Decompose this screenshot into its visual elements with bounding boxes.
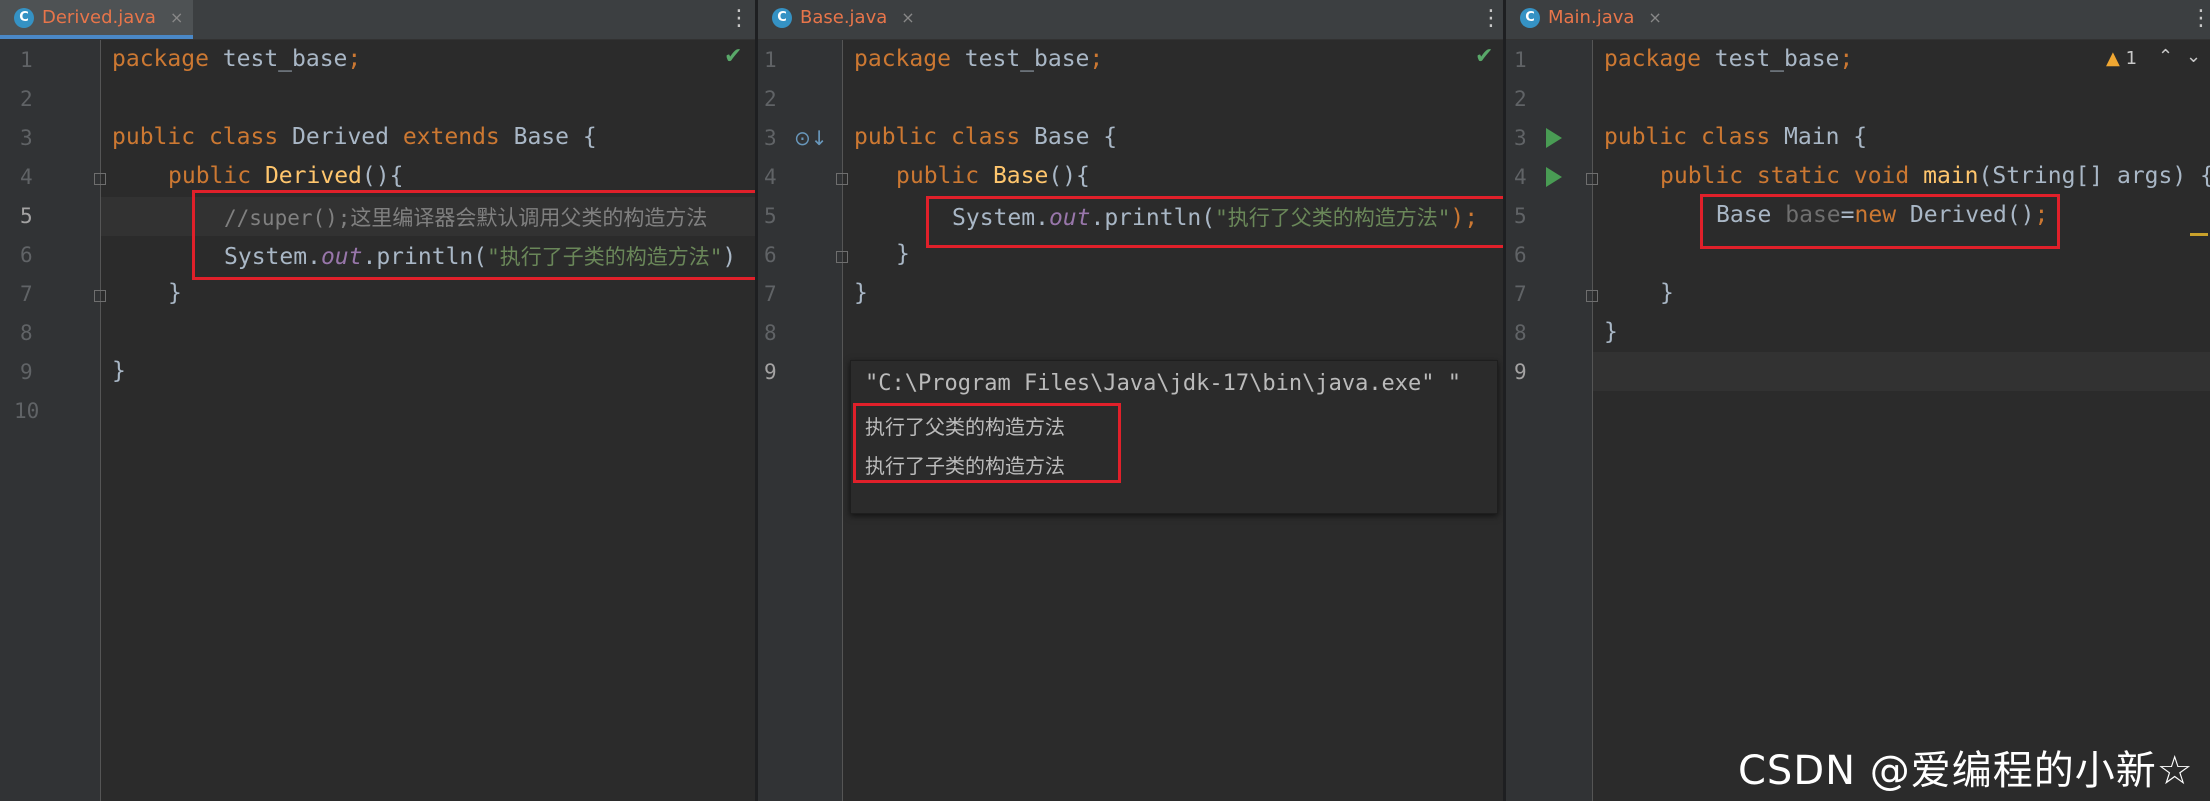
check-icon: ✔ xyxy=(724,44,743,69)
line-number: 8 xyxy=(764,321,777,345)
line-number: 3 xyxy=(1514,126,1527,150)
line-number: 2 xyxy=(764,87,777,111)
tab-label: Main.java xyxy=(1548,7,1635,28)
code-line-1: package test_base; xyxy=(1604,46,1854,72)
run-icon[interactable] xyxy=(1546,128,1562,148)
tab-base-java[interactable]: C Base.java × xyxy=(758,0,925,39)
line-number: 5 xyxy=(1514,204,1527,228)
highlight-box xyxy=(192,190,755,280)
tab-derived-java[interactable]: C Derived.java × xyxy=(0,0,194,39)
code-line-9: } xyxy=(112,358,126,384)
line-number: 9 xyxy=(1514,360,1527,384)
warning-icon: ▲ xyxy=(2106,48,2120,69)
tab-bar: C Base.java × ⋮ xyxy=(758,0,1503,40)
line-number: 6 xyxy=(20,243,33,267)
code-line-4: public Base(){ xyxy=(896,163,1090,189)
editor-pane-main: C Main.java × ⋮ 1 2 3 4 5 6 7 8 9 ▲ 1 ⌃ … xyxy=(1506,0,2210,801)
close-icon[interactable]: × xyxy=(1648,8,1661,27)
line-number: 7 xyxy=(1514,282,1527,306)
line-number: 7 xyxy=(764,282,777,306)
console-command: "C:\Program Files\Java\jdk-17\bin\java.e… xyxy=(865,371,1462,396)
line-number: 1 xyxy=(1514,48,1527,72)
highlight-box xyxy=(1700,194,2060,249)
fold-icon[interactable] xyxy=(1586,173,1598,185)
editor-pane-derived: C Derived.java × ⋮ 1 2 3 4 5 6 7 8 9 10 … xyxy=(0,0,755,801)
tab-bar: C Main.java × ⋮ xyxy=(1506,0,2210,40)
line-number: 10 xyxy=(14,399,40,423)
line-number: 5 xyxy=(20,204,33,228)
fold-icon[interactable] xyxy=(94,173,106,185)
check-icon: ✔ xyxy=(1475,44,1494,69)
code-line-4: public Derived(){ xyxy=(168,163,404,189)
more-options-icon[interactable]: ⋮ xyxy=(728,6,750,31)
more-options-icon[interactable]: ⋮ xyxy=(1480,6,1502,31)
tab-main-java[interactable]: C Main.java × xyxy=(1506,0,1672,39)
line-number: 2 xyxy=(20,87,33,111)
line-number: 6 xyxy=(764,243,777,267)
next-highlight-icon[interactable]: ⌄ xyxy=(2186,46,2201,67)
line-number: 8 xyxy=(20,321,33,345)
close-icon[interactable]: × xyxy=(901,8,914,27)
line-number: 3 xyxy=(20,126,33,150)
line-number: 8 xyxy=(1514,321,1527,345)
line-number: 4 xyxy=(1514,165,1527,189)
code-line-3: public class Derived extends Base { xyxy=(112,124,597,150)
run-class-icon: C xyxy=(1520,7,1540,28)
run-console: "C:\Program Files\Java\jdk-17\bin\java.e… xyxy=(850,360,1498,514)
code-line-6: } xyxy=(896,241,910,267)
close-icon[interactable]: × xyxy=(170,8,183,27)
watermark: CSDN @爱编程的小新☆ xyxy=(1738,748,2194,794)
line-number: 5 xyxy=(764,204,777,228)
code-line-7: } xyxy=(168,280,182,306)
line-number: 3 xyxy=(764,126,777,150)
tab-label: Base.java xyxy=(800,7,888,28)
editor-pane-base: C Base.java × ⋮ 1 2 3 4 5 6 7 8 9 ⊙↓ ✔ p… xyxy=(758,0,1503,801)
current-line-highlight xyxy=(1593,352,2210,391)
line-number: 4 xyxy=(764,165,777,189)
code-line-3: public class Main { xyxy=(1604,124,1868,150)
code-line-8: } xyxy=(1604,319,1618,345)
run-icon[interactable] xyxy=(1546,167,1562,187)
code-line-1: package test_base; xyxy=(112,46,362,72)
code-line-7: } xyxy=(1660,280,1674,306)
line-number: 6 xyxy=(1514,243,1527,267)
previous-highlight-icon[interactable]: ⌃ xyxy=(2158,46,2173,67)
fold-icon[interactable] xyxy=(94,290,106,302)
fold-icon[interactable] xyxy=(1586,290,1598,302)
fold-icon[interactable] xyxy=(836,173,848,185)
class-icon: C xyxy=(772,7,792,28)
code-line-7: } xyxy=(854,280,868,306)
highlight-box xyxy=(926,196,1503,248)
gutter xyxy=(758,40,842,801)
highlight-box xyxy=(853,403,1121,483)
code-line-4: public static void main(String[] args) { xyxy=(1660,163,2210,189)
warning-indicator[interactable]: ▲ 1 xyxy=(2106,48,2137,69)
line-number: 9 xyxy=(20,360,33,384)
class-icon: C xyxy=(14,7,34,28)
line-number: 4 xyxy=(20,165,33,189)
overridden-method-icon[interactable]: ⊙↓ xyxy=(794,126,828,150)
more-options-icon[interactable]: ⋮ xyxy=(2190,6,2210,31)
fold-icon[interactable] xyxy=(836,251,848,263)
tab-label: Derived.java xyxy=(42,7,156,28)
tab-bar: C Derived.java × ⋮ xyxy=(0,0,755,40)
line-number: 1 xyxy=(20,48,33,72)
line-number: 1 xyxy=(764,48,777,72)
code-line-3: public class Base { xyxy=(854,124,1118,150)
line-number: 9 xyxy=(764,360,777,384)
code-line-1: package test_base; xyxy=(854,46,1104,72)
error-stripe-mark[interactable] xyxy=(2190,233,2208,236)
line-number: 7 xyxy=(20,282,33,306)
line-number: 2 xyxy=(1514,87,1527,111)
gutter xyxy=(1506,40,1592,801)
